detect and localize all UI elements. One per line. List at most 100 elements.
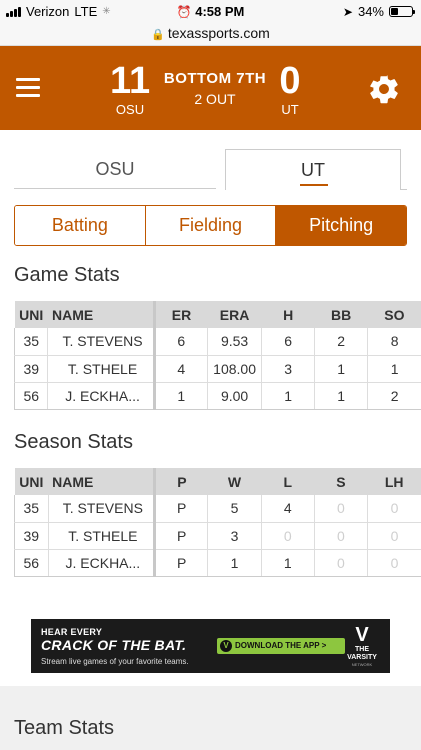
table-cell: 3 bbox=[207, 522, 262, 550]
table-cell: 4 bbox=[260, 495, 315, 523]
away-team-score: 11 OSU bbox=[110, 62, 150, 117]
table-cell: 5 bbox=[207, 495, 262, 523]
column-header[interactable]: W bbox=[207, 468, 262, 495]
season-stats-table[interactable]: UNI NAME P W L S LH 35 T. STEVENS P 5 4 … bbox=[14, 468, 421, 577]
table-cell: 56 bbox=[14, 549, 49, 577]
team-stats-section: Team Stats bbox=[0, 686, 421, 750]
table-cell: 9.00 bbox=[206, 382, 262, 410]
table-cell: 9.53 bbox=[206, 328, 262, 356]
download-app-button[interactable]: V DOWNLOAD THE APP > bbox=[217, 638, 345, 654]
varsity-v-icon: V bbox=[220, 640, 232, 652]
ad-tagline: Stream live games of your favorite teams… bbox=[41, 657, 189, 666]
table-cell: 1 bbox=[207, 549, 262, 577]
table-cell: 8 bbox=[367, 328, 421, 356]
inning-label: BOTTOM 7TH bbox=[163, 70, 267, 87]
table-cell: 0 bbox=[260, 522, 315, 550]
column-header[interactable]: BB bbox=[314, 301, 368, 328]
ad-headline-small: HEAR EVERY bbox=[41, 627, 103, 637]
table-cell: 2 bbox=[313, 328, 368, 356]
column-header[interactable]: P bbox=[154, 468, 208, 495]
table-cell: 0 bbox=[366, 495, 421, 523]
game-status: BOTTOM 7TH 2 OUT bbox=[155, 70, 275, 107]
player-name[interactable]: J. ECKHA... bbox=[47, 382, 156, 410]
location-icon: ➤ bbox=[342, 4, 353, 19]
tab-batting[interactable]: Batting bbox=[15, 206, 146, 245]
ad-banner[interactable]: HEAR EVERY CRACK OF THE BAT. Stream live… bbox=[31, 619, 390, 673]
table-cell: 0 bbox=[313, 522, 368, 550]
battery-icon bbox=[389, 6, 415, 17]
game-stats-title: Game Stats bbox=[14, 264, 120, 286]
time-label: 4:58 PM bbox=[195, 4, 245, 19]
player-name[interactable]: T. STEVENS bbox=[47, 328, 156, 356]
table-cell: 1 bbox=[313, 382, 368, 410]
battery-label: 34% bbox=[357, 4, 384, 19]
varsity-brand-text: THE VARSITY bbox=[347, 646, 377, 661]
column-header[interactable]: NAME bbox=[47, 301, 156, 328]
table-row: 56 J. ECKHA... 1 9.00 1 1 2 bbox=[14, 382, 421, 410]
table-cell: P bbox=[154, 522, 208, 550]
season-stats-title: Season Stats bbox=[14, 431, 133, 453]
column-header[interactable]: LH bbox=[367, 468, 421, 495]
table-cell: 2 bbox=[367, 382, 421, 410]
table-cell: 1 bbox=[261, 382, 315, 410]
table-cell: 3 bbox=[261, 355, 315, 383]
column-header[interactable]: NAME bbox=[48, 468, 157, 495]
away-team-name: OSU bbox=[115, 102, 145, 117]
table-cell: 56 bbox=[14, 382, 48, 410]
team-tabs: OSU UT bbox=[14, 149, 407, 191]
tab-fielding[interactable]: Fielding bbox=[145, 206, 277, 245]
url-bar[interactable]: 🔒 texassports.com bbox=[0, 22, 421, 46]
column-header[interactable]: ERA bbox=[207, 301, 262, 328]
table-row: 39 T. STHELE 4 108.00 3 1 1 bbox=[14, 355, 421, 383]
table-cell: 4 bbox=[153, 355, 208, 383]
table-cell: 108.00 bbox=[206, 355, 262, 383]
table-cell: 0 bbox=[313, 549, 368, 577]
status-bar: Verizon LTE ✳ ⏰ 4:58 PM ➤ 34% bbox=[0, 0, 421, 22]
table-header-row: UNI NAME P W L S LH bbox=[14, 468, 421, 495]
column-header[interactable]: H bbox=[261, 301, 315, 328]
tab-ut[interactable]: UT bbox=[225, 149, 401, 190]
gear-icon[interactable] bbox=[367, 72, 401, 106]
table-row: 39 T. STHELE P 3 0 0 0 bbox=[14, 522, 421, 550]
varsity-network-text: NETWORK bbox=[351, 662, 373, 667]
column-header[interactable]: UNI bbox=[14, 468, 49, 495]
home-team-score: 0 UT bbox=[270, 62, 310, 117]
table-cell: 39 bbox=[14, 522, 49, 550]
column-header[interactable]: S bbox=[314, 468, 368, 495]
ad-headline: CRACK OF THE BAT. bbox=[41, 637, 187, 653]
tab-osu[interactable]: OSU bbox=[14, 149, 216, 189]
table-cell: 1 bbox=[313, 355, 368, 383]
tab-pitching[interactable]: Pitching bbox=[276, 206, 406, 245]
table-row: 35 T. STEVENS P 5 4 0 0 bbox=[14, 495, 421, 523]
menu-icon[interactable] bbox=[16, 78, 40, 98]
table-cell: 0 bbox=[366, 549, 421, 577]
column-header[interactable]: UNI bbox=[14, 301, 48, 328]
player-name[interactable]: T. STHELE bbox=[47, 355, 156, 383]
player-name[interactable]: J. ECKHA... bbox=[47, 549, 157, 577]
table-cell: 1 bbox=[367, 355, 421, 383]
home-team-name: UT bbox=[281, 102, 299, 117]
column-header[interactable]: ER bbox=[154, 301, 208, 328]
table-header-row: UNI NAME ER ERA H BB SO bbox=[14, 301, 421, 328]
table-cell: P bbox=[154, 549, 208, 577]
outs-label: 2 OUT bbox=[194, 91, 236, 107]
away-score: 11 bbox=[110, 60, 151, 102]
table-row: 35 T. STEVENS 6 9.53 6 2 8 bbox=[14, 328, 421, 356]
table-cell: 1 bbox=[260, 549, 315, 577]
tab-ut-label: UT bbox=[301, 160, 325, 180]
table-cell: 0 bbox=[366, 522, 421, 550]
table-cell: P bbox=[154, 495, 208, 523]
alarm-icon: ⏰ bbox=[176, 5, 192, 19]
table-cell: 39 bbox=[14, 355, 48, 383]
lock-icon: 🔒 bbox=[151, 29, 165, 41]
team-stats-title: Team Stats bbox=[14, 717, 115, 739]
player-name[interactable]: T. STHELE bbox=[47, 522, 157, 550]
player-name[interactable]: T. STEVENS bbox=[47, 495, 157, 523]
table-cell: 35 bbox=[14, 495, 49, 523]
varsity-logo-icon: V bbox=[355, 624, 369, 646]
game-stats-table[interactable]: UNI NAME ER ERA H BB SO 35 T. STEVENS 6 … bbox=[14, 301, 421, 410]
column-header[interactable]: L bbox=[261, 468, 315, 495]
table-cell: 6 bbox=[261, 328, 315, 356]
column-header[interactable]: SO bbox=[367, 301, 421, 328]
active-tab-underline bbox=[300, 184, 328, 186]
